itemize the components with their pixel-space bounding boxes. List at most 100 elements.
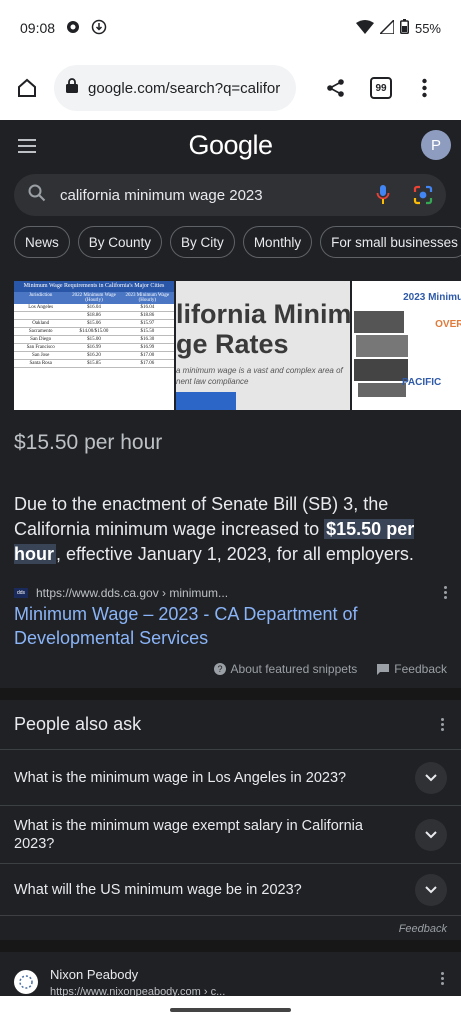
chip-by-county[interactable]: By County: [77, 226, 163, 258]
address-bar[interactable]: google.com/search?q=califor: [54, 65, 296, 111]
paa-question-text: What is the minimum wage exempt salary i…: [14, 817, 363, 852]
home-button[interactable]: [10, 71, 44, 105]
table-row: Oakland $15.06 $15.97: [14, 320, 174, 328]
about-snippets-link[interactable]: ? About featured snippets: [213, 662, 357, 676]
battery-icon: [399, 19, 409, 37]
section-divider: [0, 688, 461, 700]
table-cell: $17.06: [140, 361, 155, 366]
search-query: california minimum wage 2023: [60, 186, 263, 204]
table-cell: Oakland: [32, 321, 50, 326]
table-cell: $16.99: [140, 345, 155, 350]
chevron-down-icon[interactable]: [415, 761, 447, 794]
status-bar: 09:08 55%: [0, 0, 461, 56]
image-result-wage-rates[interactable]: lifornia Minimu ge Rates a minimum wage …: [176, 281, 350, 410]
share-button[interactable]: [322, 74, 350, 102]
table-header-cell: Jurisdiction: [28, 293, 53, 298]
table-header-cell: 2023 Minimum Wage (Hourly): [125, 293, 170, 303]
snippet-footer: ? About featured snippets Feedback: [213, 662, 447, 676]
table-cell: [14, 312, 67, 319]
battery-level: 55%: [414, 20, 441, 36]
table-cell: $17.00: [140, 353, 155, 358]
image-caption: a minimum wage is a vast and complex are…: [176, 366, 343, 386]
table-cell: $16.04: [140, 305, 155, 310]
snippet-body-text-end: , effective January 1, 2023, for all emp…: [56, 544, 414, 564]
image-result-overview[interactable]: 2023 Minimum OVERV PACIFIC: [352, 281, 461, 410]
snippet-feedback-link[interactable]: Feedback: [377, 662, 447, 676]
search-input[interactable]: california minimum wage 2023: [14, 174, 446, 216]
table-cell: $15.00: [87, 337, 101, 342]
table-title: Minimum Wage Requirements in California'…: [14, 281, 174, 292]
table-row: $18.86 $18.86: [14, 312, 174, 320]
table-cell: San Francisco: [26, 345, 55, 350]
table-cell: Los Angeles: [28, 305, 54, 310]
table-cell: $15.06: [87, 321, 101, 326]
snippet-result-link[interactable]: Minimum Wage – 2023 - CA Department of D…: [14, 602, 434, 650]
account-avatar[interactable]: P: [421, 130, 451, 160]
chip-news[interactable]: News: [14, 226, 70, 258]
signal-icon: [378, 17, 395, 37]
paa-question-text: What is the minimum wage in Los Angeles …: [14, 769, 347, 786]
chevron-down-icon[interactable]: [415, 818, 447, 851]
table-row: Sacramento $14.00/$15.00 $15.50: [14, 328, 174, 336]
chip-small-businesses[interactable]: For small businesses: [320, 226, 461, 258]
google-header: Google P: [0, 120, 461, 174]
lens-search-icon[interactable]: [412, 184, 434, 211]
table-cell: $14.00/$15.00: [79, 329, 109, 334]
snippet-source: dds https://www.dds.ca.gov › minimum...: [14, 584, 448, 602]
chip-monthly[interactable]: Monthly: [242, 226, 313, 258]
snippet-source-url: https://www.dds.ca.gov › minimum...: [36, 586, 229, 600]
more-vert-icon[interactable]: [441, 972, 445, 987]
more-vert-icon[interactable]: [441, 718, 445, 733]
svg-text:?: ?: [217, 664, 222, 674]
voice-search-icon[interactable]: [376, 184, 390, 211]
result-site-name[interactable]: Nixon Peabody: [50, 967, 138, 982]
table-cell: $16.20: [87, 353, 101, 358]
more-vert-icon[interactable]: [444, 585, 448, 601]
table-row: Los Angeles $16.04 $16.04: [14, 304, 174, 312]
table-cell: $18.86: [140, 313, 155, 318]
image-heading-line2: ge Rates: [176, 329, 289, 359]
table-row: San Jose $16.20 $17.00: [14, 352, 174, 360]
nixon-peabody-favicon-icon: [14, 970, 38, 994]
paa-question[interactable]: What is the minimum wage exempt salary i…: [0, 805, 461, 863]
chevron-down-icon[interactable]: [415, 873, 447, 906]
table-cell: $15.97: [140, 321, 155, 326]
table-cell: San Diego: [30, 337, 52, 342]
table-row: Santa Rosa $15.85 $17.06: [14, 360, 174, 368]
table-row: San Francisco $16.99 $16.99: [14, 344, 174, 352]
paa-question[interactable]: What is the minimum wage in Los Angeles …: [0, 749, 461, 805]
table-cell: Santa Rosa: [29, 361, 52, 366]
browser-menu-button[interactable]: [414, 74, 434, 102]
image-blue-band: [176, 392, 236, 410]
more-vert-icon: [421, 78, 427, 98]
table-cell: $18.86: [87, 313, 101, 318]
google-logo[interactable]: Google: [0, 130, 461, 161]
table-cell: Sacramento: [28, 329, 53, 334]
home-icon: [18, 78, 36, 97]
table-cell: $16.04: [87, 305, 101, 310]
section-divider: [0, 940, 461, 952]
table-cell: $15.85: [87, 361, 101, 366]
url-text: google.com/search?q=califor: [88, 79, 281, 97]
wifi-icon: [355, 19, 374, 37]
share-icon: [327, 79, 344, 97]
site-favicon-icon: dds: [14, 588, 28, 598]
paa-feedback-link[interactable]: Feedback: [399, 923, 447, 935]
table-cell: $15.50: [140, 329, 155, 334]
paa-question[interactable]: What will the US minimum wage be in 2023…: [0, 863, 461, 916]
people-also-ask-title: People also ask: [14, 714, 142, 734]
snippet-answer: $15.50 per hour: [14, 431, 163, 454]
tab-switcher-button[interactable]: 99: [370, 77, 392, 99]
status-time: 09:08: [20, 20, 56, 36]
snippet-body: Due to the enactment of Senate Bill (SB)…: [14, 492, 434, 567]
browser-toolbar: google.com/search?q=califor 99: [0, 56, 461, 120]
chip-by-city[interactable]: By City: [170, 226, 235, 258]
help-icon: ?: [213, 663, 226, 675]
gesture-handle[interactable]: [170, 1008, 291, 1012]
image-result-wage-table[interactable]: Minimum Wage Requirements in California'…: [14, 281, 174, 410]
table-cell: San Jose: [31, 353, 50, 358]
search-filter-chips: News By County By City Monthly For small…: [14, 226, 461, 258]
table-cell: $16.30: [140, 337, 155, 342]
image-title: 2023 Minimum: [403, 292, 461, 303]
table-header-cell: 2022 Minimum Wage (Hourly): [72, 293, 116, 303]
